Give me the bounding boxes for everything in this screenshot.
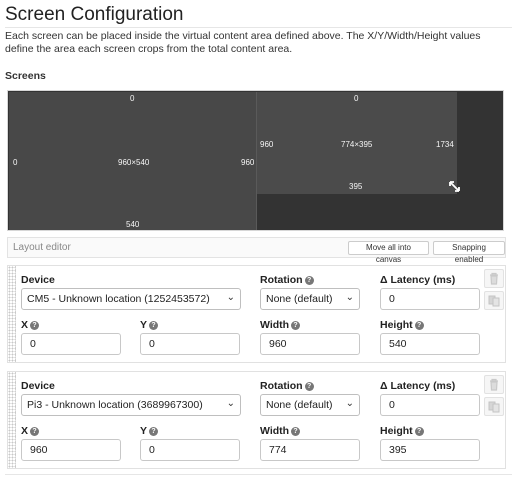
rotation-label: Rotation?: [260, 274, 314, 286]
screen-card-1: Device CM5 - Unknown location (125245357…: [7, 265, 506, 363]
latency-label: Δ Latency (ms): [380, 274, 456, 286]
snapping-toggle-button[interactable]: Snapping enabled: [433, 241, 505, 264]
layout-editor-title: Layout editor: [13, 242, 71, 253]
screen-2-bottom-label: 395: [349, 182, 363, 191]
delete-button[interactable]: [484, 375, 504, 394]
copy-icon: [488, 295, 500, 307]
latency-input[interactable]: 0: [380, 394, 480, 416]
screen-card-2: Device Pi3 - Unknown location (368996730…: [7, 371, 506, 469]
chevron-down-icon: ⌄: [226, 292, 235, 303]
rotation-select[interactable]: None (default) ⌄: [260, 288, 360, 310]
screen-1-right-label: 960: [241, 158, 255, 167]
screen-2-right-label: 1734: [436, 140, 454, 149]
duplicate-button[interactable]: [484, 397, 504, 416]
width-input[interactable]: 960: [260, 333, 360, 355]
drag-handle[interactable]: [8, 372, 16, 468]
screen-2-top-label: 0: [354, 94, 359, 103]
trash-icon: [490, 272, 498, 285]
help-icon[interactable]: ?: [414, 427, 424, 436]
rotation-label: Rotation?: [260, 380, 314, 392]
height-label: Height?: [380, 425, 424, 437]
page-description: Each screen can be placed inside the vir…: [5, 30, 481, 55]
screen-block-2[interactable]: 0 960 774×395 1734 395: [257, 92, 457, 194]
help-icon[interactable]: ?: [304, 382, 314, 391]
latency-label: Δ Latency (ms): [380, 380, 456, 392]
help-icon[interactable]: ?: [149, 427, 159, 436]
screen-1-size-label: 960×540: [118, 158, 150, 167]
screen-1-top-label: 0: [130, 94, 135, 103]
screen-block-1[interactable]: 0 0 960×540 960 540: [9, 92, 257, 230]
card-actions: [484, 375, 504, 419]
screens-section-label: Screens: [5, 70, 46, 82]
width-input[interactable]: 774: [260, 439, 360, 461]
copy-icon: [488, 401, 500, 413]
screens-canvas[interactable]: 0 0 960×540 960 540 0 960 774×395 1734 3…: [7, 90, 504, 231]
page-title: Screen Configuration: [5, 4, 184, 25]
bottom-divider: [5, 474, 512, 475]
x-label: X?: [21, 425, 40, 437]
help-icon[interactable]: ?: [30, 321, 40, 330]
chevron-down-icon: ⌄: [226, 398, 235, 409]
move-all-into-canvas-button[interactable]: Move all into canvas: [348, 241, 429, 264]
latency-input[interactable]: 0: [380, 288, 480, 310]
width-label: Width?: [260, 425, 301, 437]
duplicate-button[interactable]: [484, 291, 504, 310]
x-input[interactable]: 960: [21, 439, 121, 461]
device-select[interactable]: CM5 - Unknown location (1252453572) ⌄: [21, 288, 241, 310]
help-icon[interactable]: ?: [149, 321, 159, 330]
height-label: Height?: [380, 319, 424, 331]
height-input[interactable]: 540: [380, 333, 480, 355]
title-divider: [5, 27, 512, 28]
help-icon[interactable]: ?: [291, 427, 301, 436]
chevron-down-icon: ⌄: [345, 398, 354, 409]
delete-button[interactable]: [484, 269, 504, 288]
card-actions: [484, 269, 504, 313]
width-label: Width?: [260, 319, 301, 331]
help-icon[interactable]: ?: [414, 321, 424, 330]
y-input[interactable]: 0: [140, 333, 240, 355]
resize-diagonal-icon[interactable]: [448, 180, 461, 193]
screen-2-left-label: 960: [260, 140, 274, 149]
help-icon[interactable]: ?: [30, 427, 40, 436]
x-label: X?: [21, 319, 40, 331]
layout-editor-bar: Layout editor Move all into canvas Snapp…: [7, 237, 506, 264]
x-input[interactable]: 0: [21, 333, 121, 355]
help-icon[interactable]: ?: [291, 321, 301, 330]
chevron-down-icon: ⌄: [345, 292, 354, 303]
y-input[interactable]: 0: [140, 439, 240, 461]
screen-1-left-label: 0: [13, 158, 18, 167]
trash-icon: [490, 378, 498, 391]
screen-1-bottom-label: 540: [126, 220, 140, 229]
rotation-select[interactable]: None (default) ⌄: [260, 394, 360, 416]
device-select[interactable]: Pi3 - Unknown location (3689967300) ⌄: [21, 394, 241, 416]
drag-handle[interactable]: [8, 266, 16, 362]
device-label: Device: [21, 380, 55, 392]
device-label: Device: [21, 274, 55, 286]
y-label: Y?: [140, 425, 159, 437]
help-icon[interactable]: ?: [304, 276, 314, 285]
y-label: Y?: [140, 319, 159, 331]
screen-2-size-label: 774×395: [341, 140, 373, 149]
height-input[interactable]: 395: [380, 439, 480, 461]
